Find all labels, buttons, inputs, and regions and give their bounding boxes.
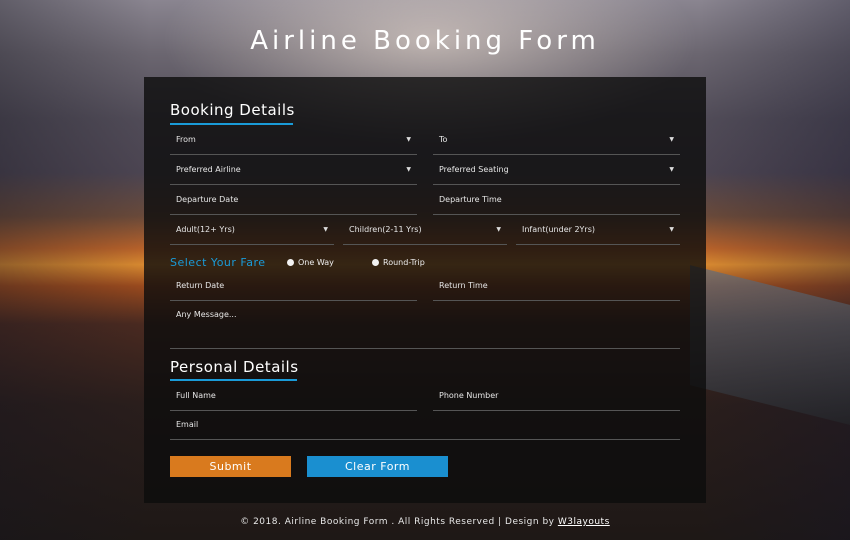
departure-date-input[interactable]: Departure Date <box>170 192 417 215</box>
chevron-down-icon: ▼ <box>406 136 411 143</box>
footer-text: © 2018. Airline Booking Form . All Right… <box>240 517 555 527</box>
departure-date-placeholder: Departure Date <box>176 195 239 204</box>
footer-link[interactable]: W3layouts <box>558 517 610 527</box>
round-trip-radio[interactable]: Round-Trip <box>372 258 425 267</box>
preferred-seating-select[interactable]: Preferred Seating ▼ <box>433 162 680 185</box>
preferred-airline-label: Preferred Airline <box>176 165 241 174</box>
one-way-radio[interactable]: One Way <box>287 258 334 267</box>
preferred-seating-label: Preferred Seating <box>439 165 509 174</box>
adult-select[interactable]: Adult(12+ Yrs) ▼ <box>170 222 334 245</box>
chevron-down-icon: ▼ <box>496 226 501 233</box>
departure-time-placeholder: Departure Time <box>439 195 502 204</box>
phone-number-placeholder: Phone Number <box>439 391 499 400</box>
chevron-down-icon: ▼ <box>669 136 674 143</box>
infant-select[interactable]: Infant(under 2Yrs) ▼ <box>516 222 680 245</box>
children-select-label: Children(2-11 Yrs) <box>349 225 422 234</box>
booking-details-heading: Booking Details <box>170 101 295 119</box>
adult-select-label: Adult(12+ Yrs) <box>176 225 235 234</box>
chevron-down-icon: ▼ <box>323 226 328 233</box>
radio-dot-icon <box>287 259 294 266</box>
email-placeholder: Email <box>176 420 199 429</box>
chevron-down-icon: ▼ <box>669 166 674 173</box>
page-title: Airline Booking Form <box>250 26 600 56</box>
phone-number-input[interactable]: Phone Number <box>433 388 680 411</box>
preferred-airline-select[interactable]: Preferred Airline ▼ <box>170 162 417 185</box>
booking-heading-underline <box>170 123 293 125</box>
children-select[interactable]: Children(2-11 Yrs) ▼ <box>343 222 507 245</box>
from-select[interactable]: From ▼ <box>170 132 417 155</box>
message-placeholder: Any Message... <box>176 310 237 319</box>
radio-dot-icon <box>372 259 379 266</box>
footer: © 2018. Airline Booking Form . All Right… <box>0 517 850 527</box>
round-trip-label: Round-Trip <box>383 258 425 267</box>
return-time-placeholder: Return Time <box>439 281 488 290</box>
to-select-label: To <box>439 135 448 144</box>
return-time-input[interactable]: Return Time <box>433 278 680 301</box>
infant-select-label: Infant(under 2Yrs) <box>522 225 596 234</box>
message-textarea[interactable]: Any Message... <box>170 309 680 349</box>
submit-button[interactable]: Submit <box>170 456 291 477</box>
one-way-label: One Way <box>298 258 334 267</box>
select-fare-label: Select Your Fare <box>170 256 266 269</box>
departure-time-input[interactable]: Departure Time <box>433 192 680 215</box>
personal-details-heading: Personal Details <box>170 358 299 376</box>
from-select-label: From <box>176 135 196 144</box>
return-date-input[interactable]: Return Date <box>170 278 417 301</box>
full-name-placeholder: Full Name <box>176 391 216 400</box>
full-name-input[interactable]: Full Name <box>170 388 417 411</box>
background-shade-left <box>0 0 150 540</box>
background-shade-right <box>700 0 850 540</box>
to-select[interactable]: To ▼ <box>433 132 680 155</box>
email-input[interactable]: Email <box>170 417 680 440</box>
chevron-down-icon: ▼ <box>406 166 411 173</box>
clear-form-button[interactable]: Clear Form <box>307 456 448 477</box>
personal-heading-underline <box>170 379 297 381</box>
return-date-placeholder: Return Date <box>176 281 225 290</box>
chevron-down-icon: ▼ <box>669 226 674 233</box>
